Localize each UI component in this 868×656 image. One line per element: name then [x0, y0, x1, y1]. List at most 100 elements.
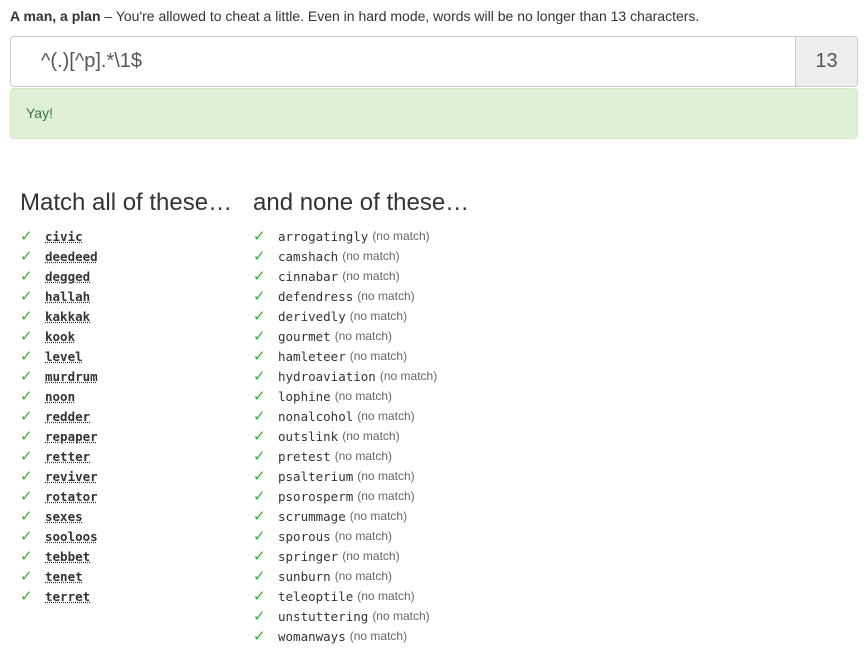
none-item: ✓ sporous (no match) — [253, 526, 437, 546]
match-word[interactable]: retter — [45, 449, 90, 464]
match-word[interactable]: kook — [45, 329, 75, 344]
match-status: (no match) — [342, 249, 400, 263]
none-word: psorosperm — [278, 488, 354, 504]
checkmark-icon: ✓ — [253, 288, 266, 305]
checkmark-icon: ✓ — [253, 628, 266, 645]
checkmark-icon: ✓ — [253, 588, 266, 605]
checkmark-icon: ✓ — [253, 328, 266, 345]
checkmark-icon: ✓ — [20, 308, 33, 325]
checkmark-icon: ✓ — [253, 568, 266, 585]
match-status: (no match) — [334, 389, 393, 403]
none-word: springer — [278, 548, 339, 564]
none-item: ✓ hamleteer (no match) — [253, 346, 437, 366]
match-status: (no match) — [357, 289, 415, 303]
checkmark-icon: ✓ — [253, 308, 266, 325]
match-column: Match all of these… ✓ civic ✓ deedeed ✓ degge… — [20, 188, 232, 605]
match-word[interactable]: tenet — [45, 569, 83, 584]
match-status: (no match) — [357, 589, 415, 603]
checkmark-icon: ✓ — [20, 368, 33, 385]
checkmark-icon: ✓ — [253, 508, 266, 525]
checkmark-icon: ✓ — [20, 388, 33, 405]
match-word[interactable]: tebbet — [45, 549, 90, 564]
checkmark-icon: ✓ — [20, 528, 33, 545]
checkmark-icon: ✓ — [253, 548, 266, 565]
regex-input[interactable] — [11, 37, 795, 86]
match-item: ✓ terret — [20, 586, 98, 606]
match-word[interactable]: degged — [45, 269, 90, 284]
checkmark-icon: ✓ — [253, 468, 266, 485]
none-word: gourmet — [278, 328, 331, 344]
none-word: defendress — [278, 288, 354, 304]
match-word[interactable]: rotator — [45, 489, 98, 504]
none-item: ✓ gourmet (no match) — [253, 326, 437, 346]
checkmark-icon: ✓ — [20, 348, 33, 365]
none-item: ✓ defendress (no match) — [253, 286, 437, 306]
none-item: ✓ womanways (no match) — [253, 626, 437, 646]
match-item: ✓ retter — [20, 446, 98, 466]
checkmark-icon: ✓ — [20, 588, 33, 605]
match-status: (no match) — [349, 629, 408, 643]
match-item: ✓ degged — [20, 266, 98, 286]
match-status: (no match) — [349, 309, 408, 323]
none-word: derivedly — [278, 308, 346, 324]
none-item: ✓ sunburn (no match) — [253, 566, 437, 586]
none-item: ✓ lophine (no match) — [253, 386, 437, 406]
none-heading: and none of these… — [253, 189, 470, 216]
checkmark-icon: ✓ — [253, 448, 266, 465]
match-status: (no match) — [334, 449, 393, 463]
match-status: (no match) — [349, 509, 408, 523]
checkmark-icon: ✓ — [20, 448, 33, 465]
checkmark-icon: ✓ — [253, 408, 266, 425]
match-status: (no match) — [379, 369, 438, 383]
none-word: sunburn — [278, 568, 331, 584]
none-item: ✓ camshach (no match) — [253, 246, 437, 266]
none-column: and none of these… ✓ arrogatingly (no matc… — [253, 188, 470, 645]
match-word[interactable]: sooloos — [45, 529, 98, 544]
match-item: ✓ redder — [20, 406, 98, 426]
none-item: ✓ pretest (no match) — [253, 446, 437, 466]
none-item: ✓ psorosperm (no match) — [253, 486, 437, 506]
none-item: ✓ arrogatingly (no match) — [253, 226, 437, 246]
match-item: ✓ hallah — [20, 286, 98, 306]
match-status: (no match) — [357, 489, 415, 503]
match-word[interactable]: reviver — [45, 469, 98, 484]
checkmark-icon: ✓ — [20, 248, 33, 265]
match-item: ✓ kook — [20, 326, 98, 346]
none-word: nonalcohol — [278, 408, 354, 424]
checkmark-icon: ✓ — [20, 468, 33, 485]
none-word: cinnabar — [278, 268, 339, 284]
none-item: ✓ outslink (no match) — [253, 426, 437, 446]
match-word[interactable]: noon — [45, 389, 75, 404]
match-word[interactable]: terret — [45, 589, 90, 604]
match-word[interactable]: sexes — [45, 509, 83, 524]
none-word: outslink — [278, 428, 339, 444]
checkmark-icon: ✓ — [253, 608, 266, 625]
match-word[interactable]: murdrum — [45, 369, 98, 384]
none-word: camshach — [278, 248, 339, 264]
checkmark-icon: ✓ — [253, 368, 266, 385]
match-list: ✓ civic ✓ deedeed ✓ degged ✓ hallah ✓ kakkak ✓ kook… — [20, 226, 98, 606]
none-word: teleoptile — [278, 588, 354, 604]
none-item: ✓ derivedly (no match) — [253, 306, 437, 326]
match-item: ✓ reviver — [20, 466, 98, 486]
match-word[interactable]: repaper — [45, 429, 98, 444]
match-word[interactable]: redder — [45, 409, 90, 424]
match-status: (no match) — [334, 529, 393, 543]
none-item: ✓ teleoptile (no match) — [253, 586, 437, 606]
match-status: (no match) — [357, 409, 415, 423]
match-item: ✓ level — [20, 346, 98, 366]
match-word[interactable]: level — [45, 349, 83, 364]
match-word[interactable]: hallah — [45, 289, 90, 304]
puzzle-description: – You're allowed to cheat a little. Even… — [100, 8, 700, 24]
match-word[interactable]: kakkak — [45, 309, 90, 324]
match-status: (no match) — [342, 269, 400, 283]
match-word[interactable]: civic — [45, 229, 83, 244]
checkmark-icon: ✓ — [20, 228, 33, 245]
match-word[interactable]: deedeed — [45, 249, 98, 264]
match-status: (no match) — [342, 549, 400, 563]
match-item: ✓ sexes — [20, 506, 98, 526]
none-word: arrogatingly — [278, 228, 369, 244]
regex-length: 13 — [795, 37, 857, 86]
checkmark-icon: ✓ — [20, 568, 33, 585]
match-status: (no match) — [334, 329, 393, 343]
